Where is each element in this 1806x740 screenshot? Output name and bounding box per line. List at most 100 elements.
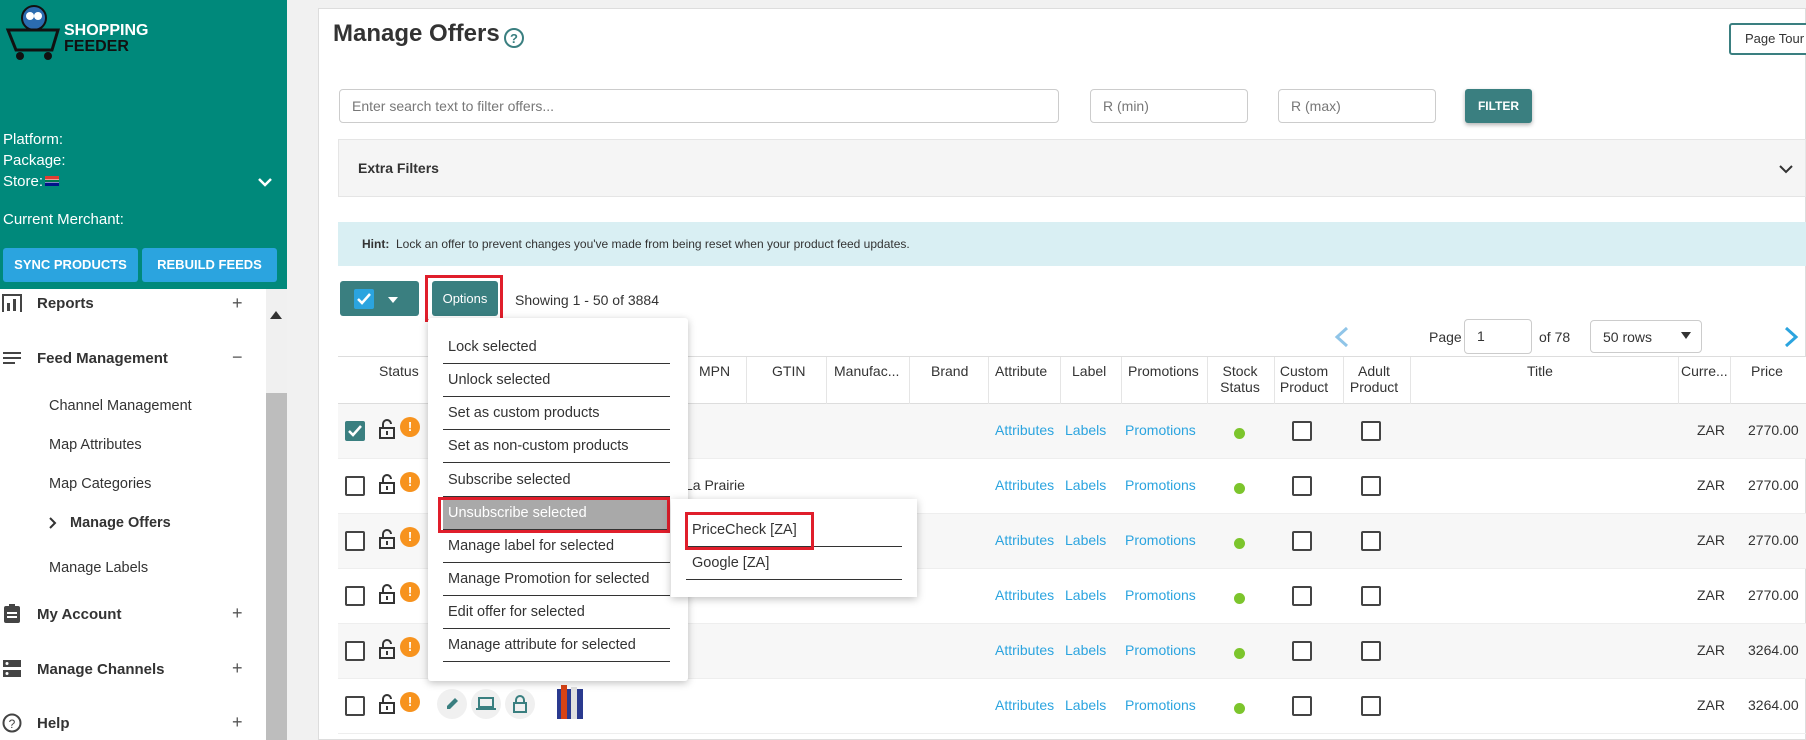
lock-open-icon[interactable] xyxy=(377,473,397,495)
sidebar-item-map-categories[interactable]: Map Categories xyxy=(49,476,151,492)
options-item-manage-promotion-for-selected[interactable]: Manage Promotion for selected xyxy=(443,563,670,596)
custom-product-checkbox[interactable] xyxy=(1292,586,1312,606)
sidebar-item-channel-management[interactable]: Channel Management xyxy=(49,398,192,414)
options-item-edit-offer-for-selected[interactable]: Edit offer for selected xyxy=(443,596,670,629)
help-circle-icon[interactable]: ? xyxy=(503,27,525,49)
options-item-subscribe-selected[interactable]: Subscribe selected xyxy=(443,464,670,497)
labels-link[interactable]: Labels xyxy=(1065,532,1106,548)
options-item-set-as-non-custom-products[interactable]: Set as non-custom products xyxy=(443,430,670,463)
promotions-link[interactable]: Promotions xyxy=(1125,477,1196,493)
col-price[interactable]: Price xyxy=(1751,363,1783,379)
logo[interactable]: SHOPPING FEEDER xyxy=(4,2,154,62)
adult-product-checkbox[interactable] xyxy=(1361,531,1381,551)
lock-open-icon[interactable] xyxy=(377,583,397,605)
manage-channels-expand-icon[interactable]: + xyxy=(232,658,243,679)
adult-product-checkbox[interactable] xyxy=(1361,421,1381,441)
reports-expand-icon[interactable]: + xyxy=(232,293,243,314)
promotions-link[interactable]: Promotions xyxy=(1125,587,1196,603)
col-status[interactable]: Status xyxy=(379,363,419,379)
col-mpn[interactable]: MPN xyxy=(699,363,730,379)
help-expand-icon[interactable]: + xyxy=(232,712,243,733)
extra-filters-chevron-down-icon[interactable] xyxy=(1779,165,1793,175)
lock-open-icon[interactable] xyxy=(377,418,397,440)
attributes-link[interactable]: Attributes xyxy=(995,642,1054,658)
labels-link[interactable]: Labels xyxy=(1065,587,1106,603)
custom-product-checkbox[interactable] xyxy=(1292,696,1312,716)
options-item-manage-label-for-selected[interactable]: Manage label for selected xyxy=(443,530,670,563)
custom-product-checkbox[interactable] xyxy=(1292,421,1312,441)
adult-product-checkbox[interactable] xyxy=(1361,586,1381,606)
col-stock-status[interactable]: Stock Status xyxy=(1220,363,1260,395)
sidebar-item-reports[interactable]: Reports xyxy=(37,295,94,312)
row-select-checkbox[interactable] xyxy=(345,696,365,716)
sidebar-item-manage-channels[interactable]: Manage Channels xyxy=(37,661,165,678)
edit-icon[interactable] xyxy=(437,689,467,719)
sidebar-item-feed-management[interactable]: Feed Management xyxy=(37,350,168,367)
custom-product-checkbox[interactable] xyxy=(1292,476,1312,496)
lock-open-icon[interactable] xyxy=(377,638,397,660)
promotions-link[interactable]: Promotions xyxy=(1125,422,1196,438)
options-item-manage-attribute-for-selected[interactable]: Manage attribute for selected xyxy=(443,629,670,662)
sidebar-item-my-account[interactable]: My Account xyxy=(37,606,121,623)
next-page-icon[interactable] xyxy=(1783,326,1799,348)
sidebar-scrollbar-thumb[interactable] xyxy=(266,393,287,740)
attributes-link[interactable]: Attributes xyxy=(995,422,1054,438)
row-select-checkbox[interactable] xyxy=(345,586,365,606)
col-gtin[interactable]: GTIN xyxy=(772,363,805,379)
col-custom-product[interactable]: Custom Product xyxy=(1279,363,1329,395)
col-label[interactable]: Label xyxy=(1072,363,1106,379)
attributes-link[interactable]: Attributes xyxy=(995,532,1054,548)
adult-product-checkbox[interactable] xyxy=(1361,476,1381,496)
labels-link[interactable]: Labels xyxy=(1065,422,1106,438)
product-thumbnail[interactable] xyxy=(555,685,585,721)
extra-filters-panel[interactable]: Extra Filters xyxy=(338,139,1806,197)
col-attribute[interactable]: Attribute xyxy=(995,363,1047,379)
options-item-unlock-selected[interactable]: Unlock selected xyxy=(443,364,670,397)
price-min-input[interactable]: R (min) xyxy=(1090,89,1248,123)
promotions-link[interactable]: Promotions xyxy=(1125,532,1196,548)
lock-action-icon[interactable] xyxy=(505,689,535,719)
sidebar-item-manage-offers[interactable]: Manage Offers xyxy=(70,515,171,531)
col-manufacturer[interactable]: Manufac... xyxy=(834,363,899,379)
laptop-icon[interactable] xyxy=(471,689,501,719)
adult-product-checkbox[interactable] xyxy=(1361,641,1381,661)
col-adult-product[interactable]: Adult Product xyxy=(1349,363,1399,395)
my-account-expand-icon[interactable]: + xyxy=(232,603,243,624)
rebuild-feeds-button[interactable]: REBUILD FEEDS xyxy=(142,248,277,282)
lock-open-icon[interactable] xyxy=(377,693,397,715)
custom-product-checkbox[interactable] xyxy=(1292,531,1312,551)
sync-products-button[interactable]: SYNC PRODUCTS xyxy=(3,248,138,282)
row-select-checkbox[interactable] xyxy=(345,531,365,551)
adult-product-checkbox[interactable] xyxy=(1361,696,1381,716)
page-tour-button[interactable]: Page Tour xyxy=(1729,23,1806,55)
options-item-set-as-custom-products[interactable]: Set as custom products xyxy=(443,397,670,430)
feed-management-collapse-icon[interactable]: − xyxy=(232,347,243,368)
attributes-link[interactable]: Attributes xyxy=(995,587,1054,603)
submenu-item-google-za[interactable]: Google [ZA] xyxy=(686,547,902,580)
labels-link[interactable]: Labels xyxy=(1065,477,1106,493)
row-select-checkbox[interactable] xyxy=(345,476,365,496)
scroll-up-arrow-icon[interactable] xyxy=(270,311,282,319)
store-chevron-down-icon[interactable] xyxy=(258,178,272,188)
attributes-link[interactable]: Attributes xyxy=(995,477,1054,493)
options-item-lock-selected[interactable]: Lock selected xyxy=(443,331,670,364)
row-select-checkbox[interactable] xyxy=(345,641,365,661)
lock-open-icon[interactable] xyxy=(377,528,397,550)
sidebar-item-manage-labels[interactable]: Manage Labels xyxy=(49,560,148,576)
search-input[interactable]: Enter search text to filter offers... xyxy=(339,89,1059,123)
prev-page-icon[interactable] xyxy=(1334,326,1350,348)
price-max-input[interactable]: R (max) xyxy=(1278,89,1436,123)
attributes-link[interactable]: Attributes xyxy=(995,697,1054,713)
row-select-checkbox[interactable] xyxy=(345,421,365,441)
col-title[interactable]: Title xyxy=(1527,363,1553,379)
col-brand[interactable]: Brand xyxy=(931,363,968,379)
page-number-input[interactable]: 1 xyxy=(1464,319,1532,354)
filter-button[interactable]: FILTER xyxy=(1465,89,1532,123)
bulk-select-button[interactable] xyxy=(340,281,419,316)
promotions-link[interactable]: Promotions xyxy=(1125,697,1196,713)
col-currency[interactable]: Curre... xyxy=(1681,363,1728,379)
custom-product-checkbox[interactable] xyxy=(1292,641,1312,661)
labels-link[interactable]: Labels xyxy=(1065,697,1106,713)
promotions-link[interactable]: Promotions xyxy=(1125,642,1196,658)
col-promotions[interactable]: Promotions xyxy=(1128,363,1199,379)
